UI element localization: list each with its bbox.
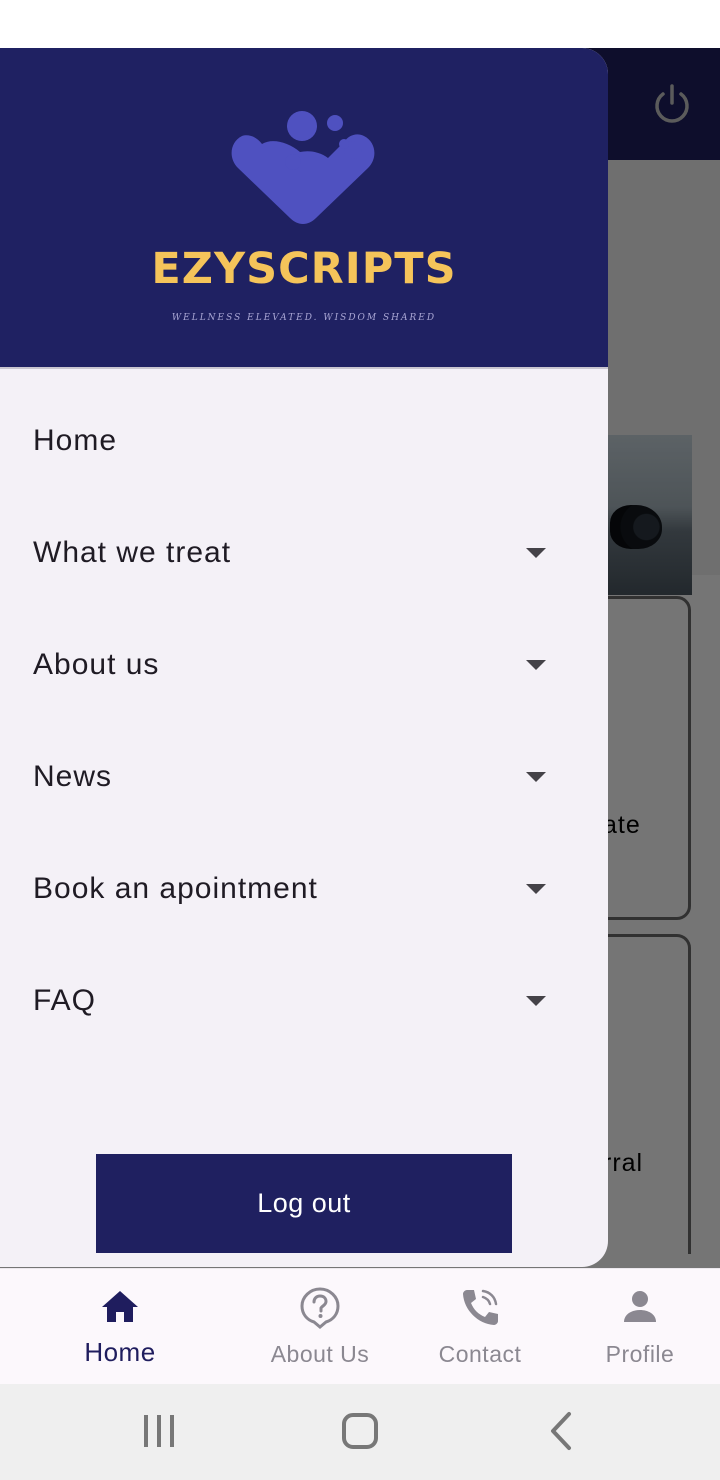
home-circle-icon[interactable] (335, 1406, 385, 1456)
nav-item-about-us[interactable]: About Us (235, 1269, 405, 1385)
drawer-item-label: Home (33, 424, 118, 457)
nav-item-label: Profile (605, 1341, 675, 1367)
caret-down-icon[interactable] (526, 884, 546, 894)
status-bar (0, 0, 720, 48)
drawer-item-label: Book an apointment (33, 872, 318, 905)
brand-logo-icon (231, 111, 375, 224)
help-icon (300, 1287, 340, 1329)
drawer-item-label: News (33, 760, 113, 793)
logout-button[interactable]: Log out (96, 1154, 512, 1253)
drawer-item-news[interactable]: News (0, 721, 608, 833)
nav-item-label: Contact (438, 1341, 522, 1367)
caret-down-icon[interactable] (526, 996, 546, 1006)
brand-tagline: WELLNESS ELEVATED. WISDOM SHARED (171, 313, 437, 323)
drawer-item-book-appointment[interactable]: Book an apointment (0, 833, 608, 945)
back-icon[interactable] (537, 1406, 587, 1456)
nav-item-label: Home (84, 1337, 156, 1367)
bottom-navigation: Home About Us Contact Profile (0, 1268, 720, 1384)
nav-item-contact[interactable]: Contact (395, 1269, 565, 1385)
drawer-menu: Home What we treat About us News Book an… (0, 385, 608, 1057)
nav-item-profile[interactable]: Profile (555, 1269, 720, 1385)
caret-down-icon[interactable] (526, 772, 546, 782)
brand-name: EZYSCRIPTS (151, 244, 457, 294)
person-icon (624, 1291, 656, 1322)
system-navigation-bar (0, 1384, 720, 1480)
nav-item-label: About Us (270, 1341, 370, 1367)
recent-apps-icon[interactable] (134, 1406, 184, 1456)
caret-down-icon[interactable] (526, 660, 546, 670)
caret-down-icon[interactable] (526, 548, 546, 558)
navigation-drawer: EZYSCRIPTS WELLNESS ELEVATED. WISDOM SHA… (0, 48, 608, 1267)
drawer-item-home[interactable]: Home (0, 385, 608, 497)
home-icon (102, 1291, 138, 1322)
drawer-item-label: FAQ (33, 984, 97, 1017)
drawer-item-label: What we treat (33, 536, 232, 569)
phone-icon (463, 1289, 498, 1325)
drawer-item-what-we-treat[interactable]: What we treat (0, 497, 608, 609)
drawer-item-label: About us (33, 648, 160, 681)
drawer-item-about-us[interactable]: About us (0, 609, 608, 721)
drawer-item-faq[interactable]: FAQ (0, 945, 608, 1057)
nav-item-home[interactable]: Home (35, 1269, 205, 1385)
drawer-header: EZYSCRIPTS WELLNESS ELEVATED. WISDOM SHA… (0, 48, 608, 369)
